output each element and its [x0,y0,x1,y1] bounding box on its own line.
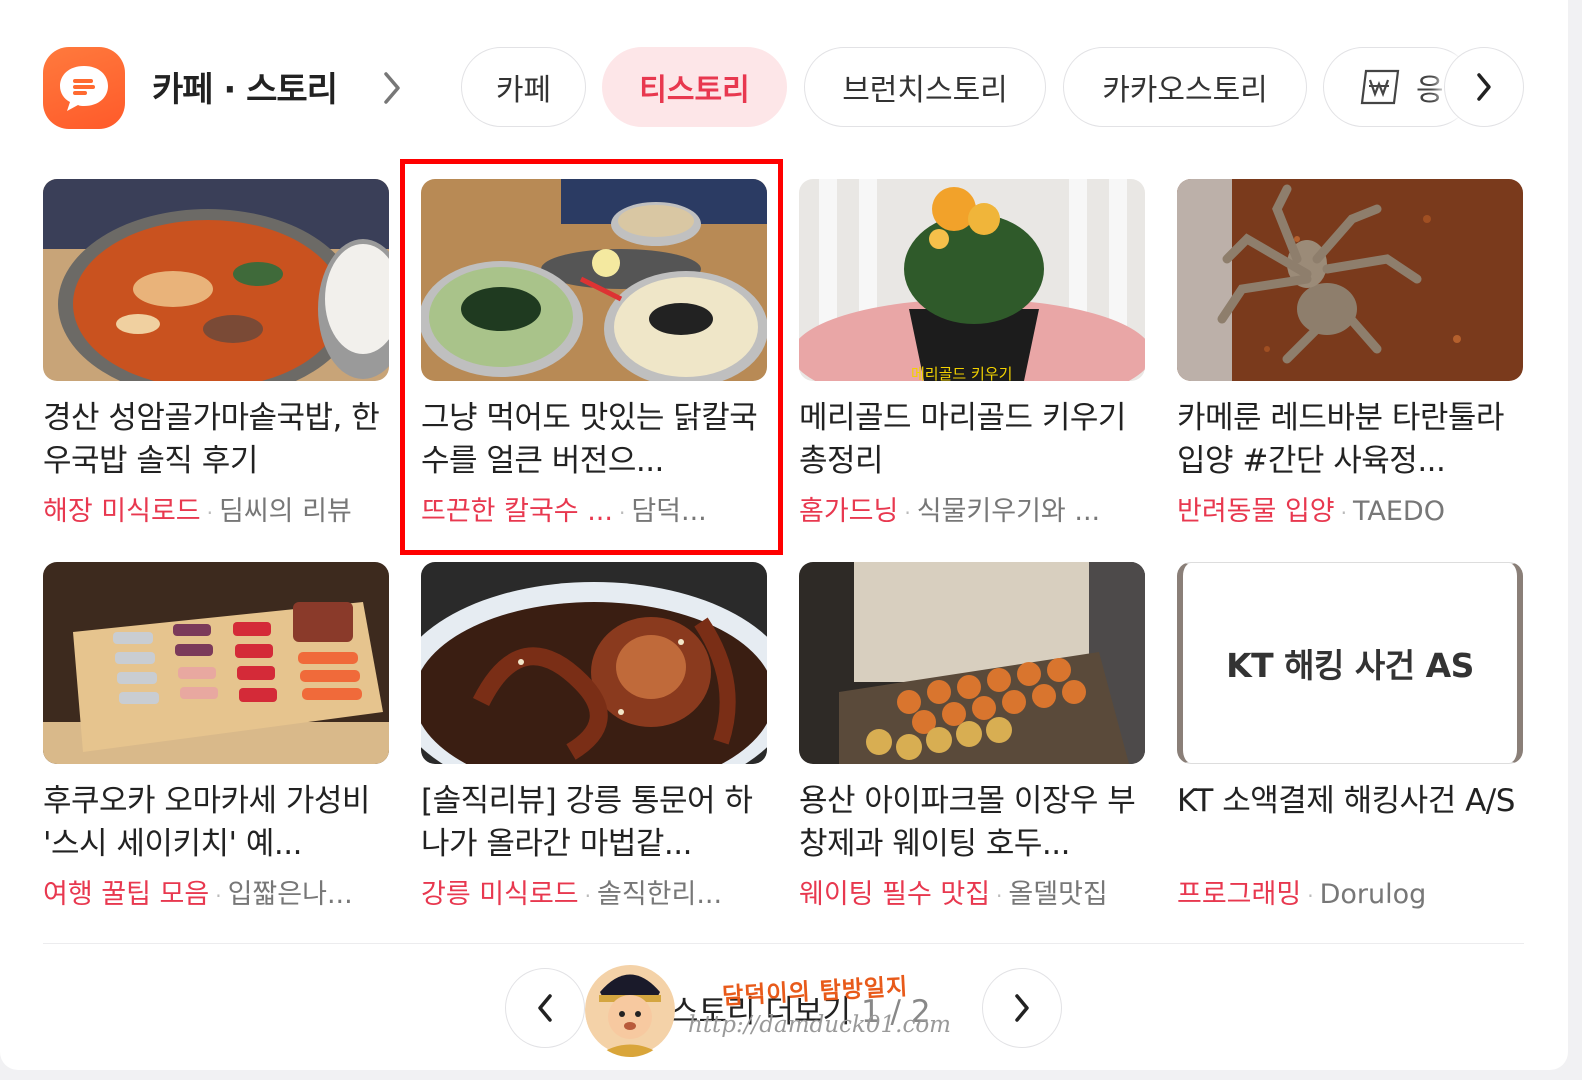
card-category[interactable]: 여행 꿀팁 모음 [43,879,209,910]
card-author[interactable]: 솔직한리... [597,879,722,910]
card-meta: 강릉 미식로드 · 솔직한리... [421,879,723,910]
card-category[interactable]: 웨이팅 필수 맛집 [799,879,990,910]
card-author[interactable]: Dorulog [1320,879,1427,910]
card-category[interactable]: 해장 미식로드 [43,496,201,527]
prev-page-button[interactable] [505,968,585,1048]
story-card[interactable]: 용산 아이파크몰 이장우 부창제과 웨이팅 호두... 웨이팅 필수 맛집 · 올델… [799,562,1145,911]
chevron-right-icon[interactable] [380,70,404,106]
tab-partial-label: 응 [1416,73,1444,108]
tabs-next-button[interactable] [1444,47,1524,127]
thumbnail-text: KT 해킹 사건 AS [1226,646,1474,685]
card-meta: 반려동물 입양 · TAEDO [1177,496,1445,527]
card-meta: 프로그래밍 · Dorulog [1177,879,1427,910]
section-title[interactable]: 카페 · 스토리 [152,62,338,111]
card-meta: 뜨끈한 칼국수 ... · 담덕... [421,496,707,527]
watermark-url: http://damduck01.com [688,1012,951,1038]
next-page-button[interactable] [982,968,1062,1048]
card-meta: 해장 미식로드 · 딤씨의 리뷰 [43,496,352,527]
watermark-avatar [585,962,675,1057]
tab-cafe[interactable]: 카페 [461,47,586,127]
card-title[interactable]: KT 소액결제 해킹사건 A/S [1177,780,1523,866]
card-meta: 웨이팅 필수 맛집 · 올델맛집 [799,879,1108,910]
thumbnail-gukbap[interactable] [43,179,389,381]
card-category[interactable]: 프로그래밍 [1177,879,1301,910]
story-card[interactable]: 그냥 먹어도 맛있는 닭칼국수를 얼큰 버전으... 뜨끈한 칼국수 ... · 담… [421,179,767,528]
story-card[interactable]: KT 해킹 사건 AS KT 소액결제 해킹사건 A/S 프로그래밍 · Dorul… [1177,562,1523,911]
story-card[interactable]: 카메룬 레드바분 타란툴라 입양 #간단 사육정... 반려동물 입양 · TAED… [1177,179,1523,528]
card-category[interactable]: 강릉 미식로드 [421,879,579,910]
card-meta: 여행 꿀팁 모음 · 입짧은나... [43,879,353,910]
story-panel: 카페 · 스토리 카페 티스토리 브런치스토리 카카오스토리 응 경산 성암골가… [0,0,1568,1070]
card-author[interactable]: 딤씨의 리뷰 [219,496,352,527]
card-category[interactable]: 뜨끈한 칼국수 ... [421,496,613,527]
thumbnail-octopus[interactable] [421,562,767,764]
chevron-right-icon [1477,73,1491,101]
thumbnail-kalguksu[interactable] [421,179,767,381]
card-author[interactable]: TAEDO [1353,496,1445,527]
story-card[interactable]: [솔직리뷰] 강릉 통문어 하나가 올라간 마법같... 강릉 미식로드 · 솔직한… [421,562,767,911]
card-title[interactable]: [솔직리뷰] 강릉 통문어 하나가 올라간 마법같... [421,780,767,866]
card-title[interactable]: 경산 성암골가마솥국밥, 한우국밥 솔직 후기 [43,397,389,483]
card-author[interactable]: 식물키우기와 ... [917,496,1100,527]
chat-bubble-icon [43,47,125,129]
story-card[interactable]: 후쿠오카 오마카세 가성비 '스시 세이키치' 예... 여행 꿀팁 모음 · 입짧… [43,562,389,911]
card-title[interactable]: 메리골드 마리골드 키우기 총정리 [799,397,1145,483]
card-author[interactable]: 올델맛집 [1008,879,1107,910]
tab-kakao-story[interactable]: 카카오스토리 [1063,47,1307,127]
thumbnail-walnut-pastry[interactable] [799,562,1145,764]
card-title[interactable]: 용산 아이파크몰 이장우 부창제과 웨이팅 호두... [799,780,1145,866]
card-title[interactable]: 카메룬 레드바분 타란툴라 입양 #간단 사육정... [1177,397,1523,483]
card-meta: 홈가드닝 · 식물키우기와 ... [799,496,1101,527]
card-author[interactable]: 담덕... [631,496,706,527]
card-title[interactable]: 후쿠오카 오마카세 가성비 '스시 세이키치' 예... [43,780,389,866]
won-document-icon [1360,69,1400,105]
tab-tistory[interactable]: 티스토리 [602,47,787,127]
story-card[interactable]: 경산 성암골가마솥국밥, 한우국밥 솔직 후기 해장 미식로드 · 딤씨의 리뷰 [43,179,389,528]
thumbnail-tarantula[interactable] [1177,179,1523,381]
thumbnail-sushi[interactable] [43,562,389,764]
divider [43,943,1524,944]
thumbnail-caption: 메리골드 키우기 [911,365,1012,381]
chevron-left-icon [538,994,552,1022]
story-card[interactable]: 메리골드 키우기 메리골드 마리골드 키우기 총정리 홈가드닝 · 식물키우기와 .… [799,179,1145,528]
chevron-right-icon [1015,994,1029,1022]
card-category[interactable]: 반려동물 입양 [1177,496,1335,527]
tab-brunch-story[interactable]: 브런치스토리 [804,47,1046,127]
thumbnail-marigold[interactable]: 메리골드 키우기 [799,179,1145,381]
thumbnail-kt-hacking[interactable]: KT 해킹 사건 AS [1177,562,1523,764]
card-author[interactable]: 입짧은나... [228,879,353,910]
card-title[interactable]: 그냥 먹어도 맛있는 닭칼국수를 얼큰 버전으... [421,397,767,483]
card-category[interactable]: 홈가드닝 [799,496,898,527]
